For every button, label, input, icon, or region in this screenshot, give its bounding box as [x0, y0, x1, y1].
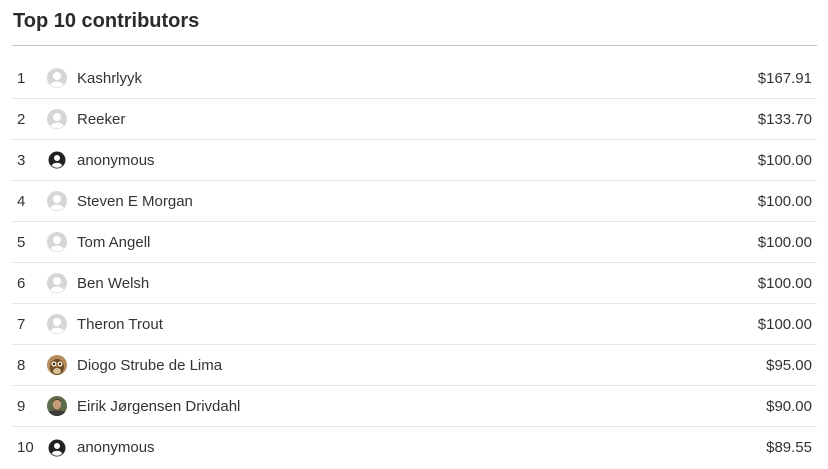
- default-avatar-icon[interactable]: [47, 68, 67, 88]
- contributor-name[interactable]: Eirik Jørgensen Drivdahl: [77, 398, 766, 415]
- contribution-amount: $100.00: [757, 315, 812, 333]
- contribution-amount: $133.70: [757, 110, 812, 128]
- contributor-row: 7 Theron Trout $100.00: [12, 304, 817, 345]
- contributor-name[interactable]: Kashrlyyk: [77, 70, 758, 87]
- contribution-amount: $167.91: [757, 69, 812, 87]
- default-avatar-icon[interactable]: [47, 232, 67, 252]
- rank-number: 7: [17, 315, 26, 333]
- contribution-amount: $100.00: [757, 151, 812, 169]
- rank-number: 5: [17, 233, 26, 251]
- contributors-list: 1 Kashrlyyk $167.91 2 Reeker $133.70 3 a…: [12, 58, 817, 468]
- contributor-name: anonymous: [77, 151, 155, 169]
- contributor-row: 6 Ben Welsh $100.00: [12, 263, 817, 304]
- contributor-row: 4 Steven E Morgan $100.00: [12, 181, 817, 222]
- panel-title: Top 10 contributors: [12, 0, 817, 46]
- contributor-row: 5 Tom Angell $100.00: [12, 222, 817, 263]
- default-avatar-icon[interactable]: [47, 314, 67, 334]
- contributor-name[interactable]: Ben Welsh: [77, 275, 758, 292]
- person-photo-avatar[interactable]: [47, 396, 67, 416]
- contributor-row: 9 Eirik Jørgensen Drivdahl $90.00: [12, 386, 817, 427]
- rank-number: 1: [17, 69, 26, 87]
- anonymous-user-icon: [47, 438, 67, 458]
- contributor-name[interactable]: Steven E Morgan: [77, 193, 758, 210]
- contribution-amount: $95.00: [766, 356, 812, 374]
- default-avatar-icon[interactable]: [47, 273, 67, 293]
- contribution-amount: $100.00: [757, 274, 812, 292]
- contributor-row: 8 Diogo Strube de Lima $95.00: [12, 345, 817, 386]
- default-avatar-icon[interactable]: [47, 191, 67, 211]
- contribution-amount: $100.00: [757, 233, 812, 251]
- owl-photo-avatar[interactable]: [47, 355, 67, 375]
- top-contributors-panel: Top 10 contributors 1 Kashrlyyk $167.91 …: [12, 0, 817, 468]
- contributor-row: 2 Reeker $133.70: [12, 99, 817, 140]
- contributor-name[interactable]: Diogo Strube de Lima: [77, 357, 766, 374]
- contributor-row: 3 anonymous $100.00: [12, 140, 817, 181]
- contributor-row: 10 anonymous $89.55: [12, 427, 817, 468]
- contributor-row: 1 Kashrlyyk $167.91: [12, 58, 817, 99]
- rank-number: 3: [17, 151, 26, 169]
- contributor-name: anonymous: [77, 439, 155, 456]
- contribution-amount: $100.00: [757, 192, 812, 210]
- rank-number: 6: [17, 274, 26, 292]
- contributor-name[interactable]: Theron Trout: [77, 316, 758, 333]
- rank-number: 10: [17, 439, 34, 456]
- anonymous-user-icon: [47, 150, 67, 170]
- rank-number: 2: [17, 110, 26, 128]
- contribution-amount: $90.00: [766, 397, 812, 415]
- rank-number: 4: [17, 192, 26, 210]
- rank-number: 8: [17, 356, 26, 374]
- rank-number: 9: [17, 397, 26, 415]
- contribution-amount: $89.55: [766, 439, 812, 456]
- contributor-name[interactable]: Tom Angell: [77, 234, 758, 251]
- contributor-name[interactable]: Reeker: [77, 111, 758, 128]
- default-avatar-icon[interactable]: [47, 109, 67, 129]
